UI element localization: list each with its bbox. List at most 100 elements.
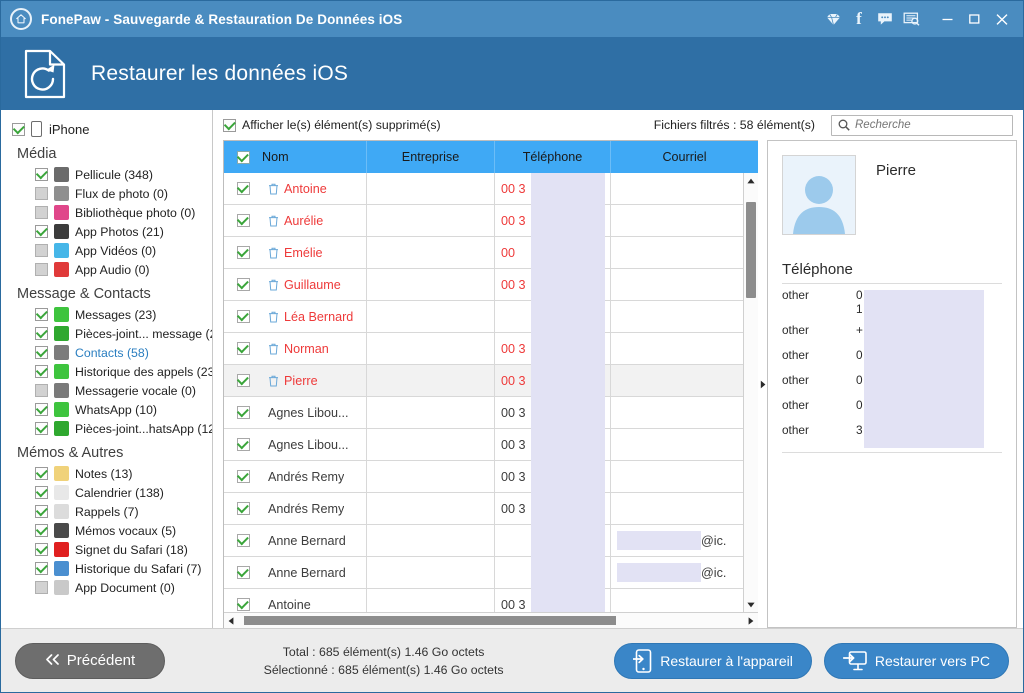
sidebar-item-checkbox[interactable] (35, 308, 48, 321)
sidebar-item-contacts[interactable]: Contacts (58) (1, 343, 212, 362)
sidebar-root-iphone[interactable]: iPhone (1, 119, 212, 139)
table-row[interactable]: Léa Bernard (224, 301, 743, 333)
row-checkbox[interactable] (236, 438, 250, 451)
sidebar-item-checkbox[interactable] (35, 403, 48, 416)
chat-icon[interactable] (872, 4, 898, 34)
sidebar-item-checkbox[interactable] (35, 327, 48, 340)
sidebar-item-camera[interactable]: Pellicule (348) (1, 165, 212, 184)
table-row[interactable]: Andrés Remy 00 3 (224, 493, 743, 525)
sidebar-item-checkbox[interactable] (35, 365, 48, 378)
sidebar-item-app-audio[interactable]: App Audio (0) (1, 260, 212, 279)
row-checkbox[interactable] (236, 342, 250, 355)
vertical-scroll-track[interactable] (744, 188, 758, 597)
facebook-icon[interactable]: f (846, 4, 872, 34)
row-checkbox-cell[interactable] (224, 525, 262, 556)
row-checkbox-cell[interactable] (224, 205, 262, 236)
row-checkbox[interactable] (236, 374, 250, 387)
row-checkbox[interactable] (236, 470, 250, 483)
scroll-down-arrow[interactable] (744, 597, 758, 612)
sidebar-item-reminders[interactable]: Rappels (7) (1, 502, 212, 521)
table-row[interactable]: Guillaume 00 3 (224, 269, 743, 301)
sidebar-item-call-history[interactable]: Historique des appels (23) (1, 362, 212, 381)
maximize-button[interactable] (961, 4, 988, 34)
row-checkbox[interactable] (236, 534, 250, 547)
table-header-checkbox-cell[interactable] (224, 141, 262, 173)
row-checkbox-cell[interactable] (224, 333, 262, 364)
sidebar-item-checkbox[interactable] (35, 581, 48, 594)
table-horizontal-scrollbar[interactable] (224, 612, 758, 628)
panel-splitter[interactable] (758, 140, 767, 628)
scroll-left-arrow[interactable] (224, 616, 238, 625)
sidebar-item-whatsapp[interactable]: WhatsApp (10) (1, 400, 212, 419)
row-checkbox-cell[interactable] (224, 429, 262, 460)
row-checkbox-cell[interactable] (224, 397, 262, 428)
sidebar-item-safari-history[interactable]: Historique du Safari (7) (1, 559, 212, 578)
back-button[interactable]: Précédent (15, 642, 165, 679)
row-checkbox-cell[interactable] (224, 589, 262, 612)
row-checkbox[interactable] (236, 278, 250, 291)
horizontal-scroll-track[interactable] (238, 613, 744, 628)
show-deleted-checkbox[interactable] (223, 118, 236, 132)
row-checkbox-cell[interactable] (224, 173, 262, 204)
close-button[interactable] (988, 4, 1015, 34)
sidebar-item-app-photos[interactable]: App Photos (21) (1, 222, 212, 241)
sidebar-item-messages[interactable]: Messages (23) (1, 305, 212, 324)
sidebar-item-safari-bookmark[interactable]: Signet du Safari (18) (1, 540, 212, 559)
sidebar-item-checkbox[interactable] (35, 524, 48, 537)
row-checkbox-cell[interactable] (224, 461, 262, 492)
scroll-right-arrow[interactable] (744, 616, 758, 625)
sidebar-item-camera[interactable]: Flux de photo (0) (1, 184, 212, 203)
table-row[interactable]: Andrés Remy 00 3 (224, 461, 743, 493)
table-row[interactable]: Antoine 00 3 (224, 589, 743, 612)
row-checkbox-cell[interactable] (224, 365, 262, 396)
sidebar-item-checkbox[interactable] (35, 206, 48, 219)
table-row[interactable]: Agnes Libou... 00 3 (224, 397, 743, 429)
table-row[interactable]: Emélie 00 (224, 237, 743, 269)
sidebar-item-checkbox[interactable] (35, 486, 48, 499)
diamond-icon[interactable] (820, 4, 846, 34)
row-checkbox[interactable] (236, 502, 250, 515)
table-vertical-scrollbar[interactable] (743, 173, 758, 612)
row-checkbox-cell[interactable] (224, 269, 262, 300)
row-checkbox[interactable] (236, 214, 250, 227)
sidebar-item-checkbox[interactable] (35, 562, 48, 575)
row-checkbox[interactable] (236, 406, 250, 419)
row-checkbox[interactable] (236, 566, 250, 579)
sidebar-item-attachment[interactable]: Pièces-joint... message (2) (1, 324, 212, 343)
sidebar-item-checkbox[interactable] (35, 346, 48, 359)
row-checkbox[interactable] (236, 246, 250, 259)
sidebar-item-checkbox[interactable] (35, 422, 48, 435)
sidebar-item-calendar[interactable]: Calendrier (138) (1, 483, 212, 502)
search-input[interactable] (855, 119, 1011, 131)
table-row[interactable]: Aurélie 00 3 (224, 205, 743, 237)
sidebar-item-voicemail[interactable]: Messagerie vocale (0) (1, 381, 212, 400)
scroll-up-arrow[interactable] (744, 173, 758, 188)
sidebar-item-checkbox[interactable] (35, 225, 48, 238)
row-checkbox-cell[interactable] (224, 557, 262, 588)
sidebar-item-checkbox[interactable] (35, 505, 48, 518)
sidebar-item-photo-library[interactable]: Bibliothèque photo (0) (1, 203, 212, 222)
select-all-checkbox[interactable] (236, 150, 250, 164)
table-row[interactable]: Anne Bernard @ic. (224, 557, 743, 589)
sidebar-item-checkbox[interactable] (35, 467, 48, 480)
row-checkbox[interactable] (236, 310, 250, 323)
row-checkbox-cell[interactable] (224, 493, 262, 524)
row-checkbox[interactable] (236, 182, 250, 195)
minimize-button[interactable] (934, 4, 961, 34)
horizontal-scroll-thumb[interactable] (244, 616, 616, 625)
row-checkbox[interactable] (236, 598, 250, 611)
row-checkbox-cell[interactable] (224, 237, 262, 268)
table-row[interactable]: Anne Bernard @ic. (224, 525, 743, 557)
sidebar-item-checkbox[interactable] (35, 384, 48, 397)
sidebar-item-checkbox[interactable] (35, 187, 48, 200)
column-header-telephone[interactable]: Téléphone (495, 141, 611, 173)
sidebar-item-checkbox[interactable] (35, 543, 48, 556)
feedback-icon[interactable] (898, 4, 924, 34)
sidebar-item-attachment[interactable]: Pièces-joint...hatsApp (12) (1, 419, 212, 438)
sidebar-item-app-videos[interactable]: App Vidéos (0) (1, 241, 212, 260)
vertical-scroll-thumb[interactable] (746, 202, 756, 298)
column-header-nom[interactable]: Nom (262, 141, 367, 173)
row-checkbox-cell[interactable] (224, 301, 262, 332)
show-deleted-toggle[interactable]: Afficher le(s) élément(s) supprimé(s) (223, 118, 441, 132)
sidebar-item-app-document[interactable]: App Document (0) (1, 578, 212, 597)
